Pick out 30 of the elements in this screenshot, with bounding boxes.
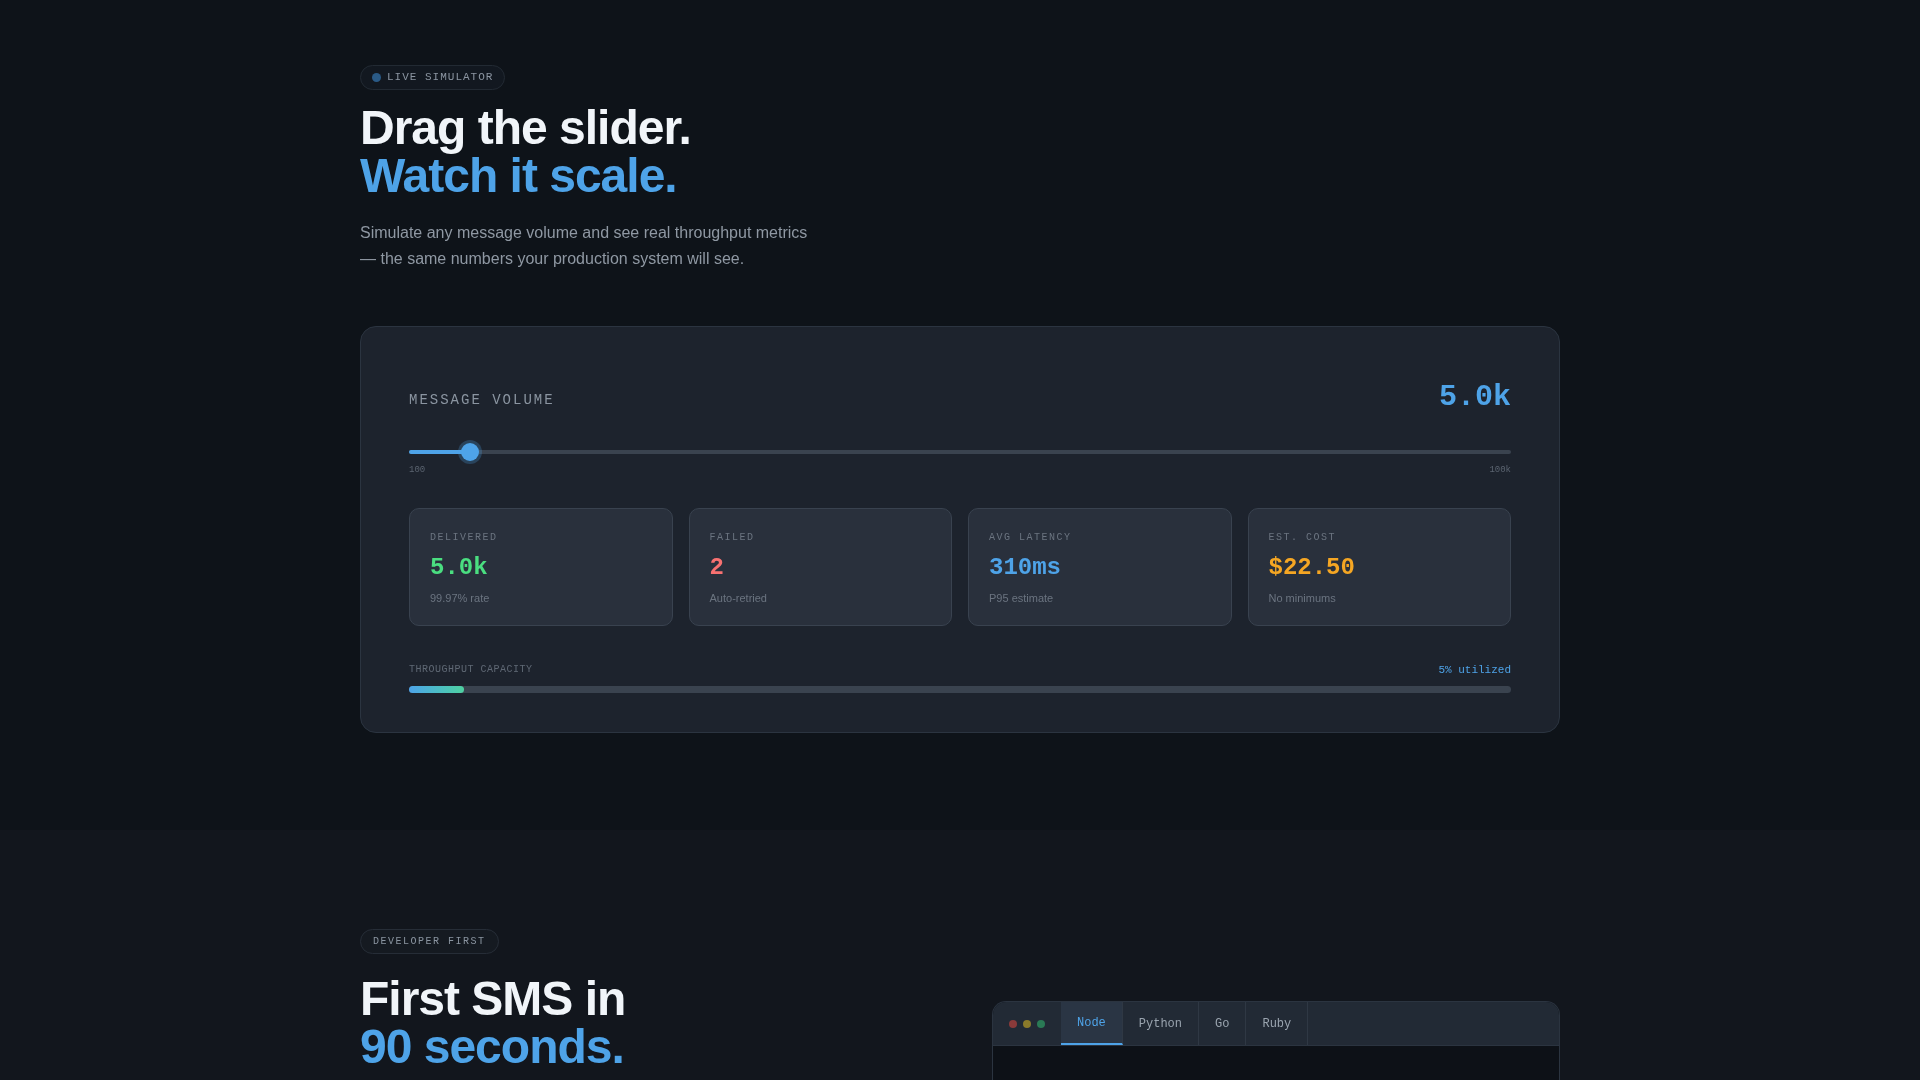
stat-note: P95 estimate xyxy=(989,590,1054,606)
section-title: First SMS in xyxy=(360,975,626,1023)
stat-label: FAILED xyxy=(709,530,755,545)
hero-title: Drag the slider. xyxy=(360,104,691,152)
volume-slider[interactable] xyxy=(409,443,1511,461)
capacity-label: THROUGHPUT CAPACITY xyxy=(409,662,533,677)
slider-min-label: 100 xyxy=(409,464,426,477)
language-tab[interactable]: Python xyxy=(1122,1002,1200,1045)
stat-note: No minimums xyxy=(1268,590,1336,606)
developer-badge: DEVELOPER FIRST xyxy=(360,929,499,954)
language-tab[interactable]: Ruby xyxy=(1246,1002,1309,1045)
section-title-accent: 90 seconds. xyxy=(360,1023,624,1071)
badge-label: LIVE SIMULATOR xyxy=(387,70,494,86)
stat-value: 2 xyxy=(709,553,724,582)
volume-value: 5.0k xyxy=(1439,381,1511,413)
stat-value: 5.0k xyxy=(430,553,488,582)
stat-label: AVG LATENCY xyxy=(989,530,1072,545)
stat-note: 99.97% rate xyxy=(430,590,490,606)
language-tab[interactable]: Go xyxy=(1199,1002,1247,1045)
stat-value: 310ms xyxy=(989,553,1061,582)
stat-label: EST. COST xyxy=(1268,530,1336,545)
slider-thumb[interactable] xyxy=(460,443,479,461)
hero-description: Simulate any message volume and see real throughput metrics — the same numbers your production system will see. xyxy=(360,223,809,269)
capacity-reading: 5% utilized xyxy=(1438,662,1511,678)
slider-max-label: 100k xyxy=(1489,464,1511,477)
stat-note: Auto-retried xyxy=(709,590,767,606)
volume-label: MESSAGE VOLUME xyxy=(409,391,555,410)
stat-label: DELIVERED xyxy=(430,530,498,545)
stat-value: $22.50 xyxy=(1268,553,1355,582)
language-tab[interactable]: Node xyxy=(1061,1002,1123,1045)
